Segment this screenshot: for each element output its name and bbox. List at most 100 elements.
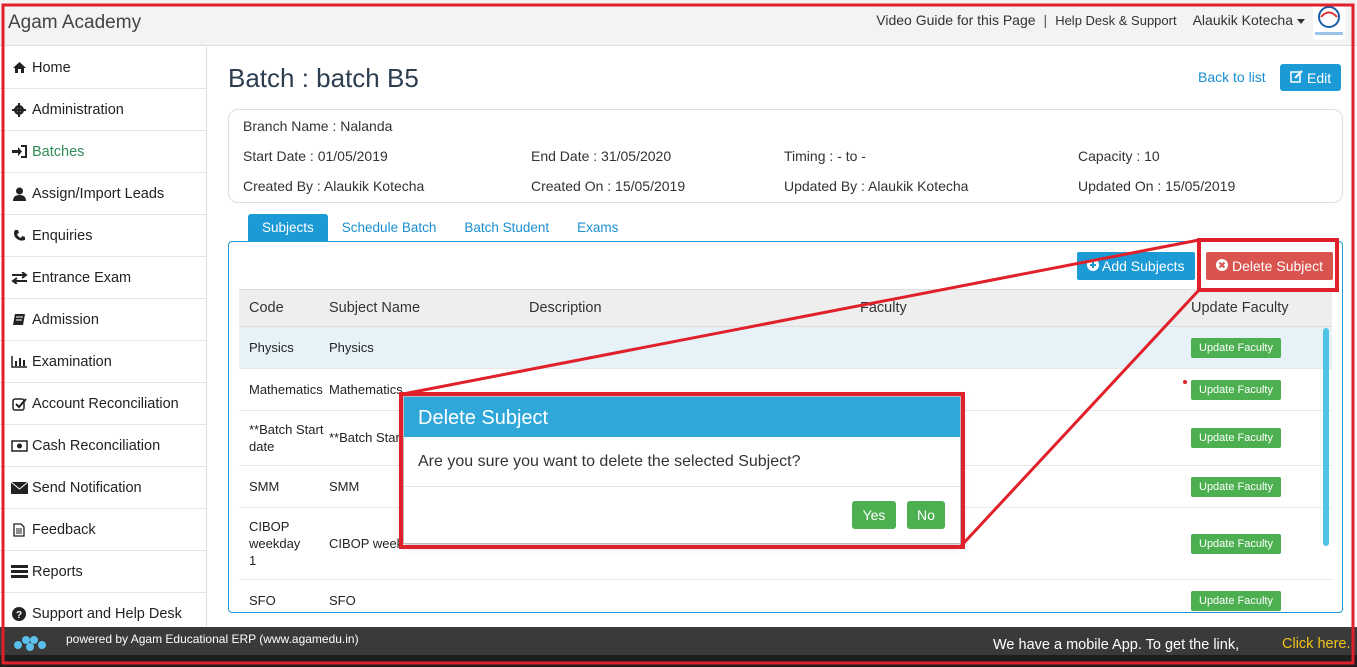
no-button[interactable]: No [907, 501, 945, 529]
caret-down-icon [1297, 18, 1305, 24]
table-header: Code Subject Name Description Faculty Up… [239, 289, 1332, 327]
sidebar-item-batches[interactable]: Batches [0, 131, 206, 173]
times-circle-icon [1216, 258, 1228, 274]
sidebar-item-label: Batches [32, 143, 85, 160]
edit-icon [1290, 69, 1303, 86]
update-faculty-button[interactable]: Update Faculty [1191, 380, 1281, 400]
sidebar-item-label: Home [32, 59, 71, 76]
table-row[interactable]: Physics Physics Update Faculty [239, 327, 1332, 369]
add-subjects-label: Add Subjects [1102, 258, 1185, 274]
tab-exams[interactable]: Exams [563, 214, 632, 241]
page-title: Batch : batch B5 [228, 63, 419, 93]
sidebar-item-label: Entrance Exam [32, 269, 132, 286]
row-subject-name: Physics [329, 340, 374, 355]
sidebar-item-account-reconciliation[interactable]: Account Reconciliation [0, 383, 206, 425]
envelope-icon [10, 481, 28, 495]
nav-separator: | [1043, 12, 1048, 28]
tab-schedule-batch[interactable]: Schedule Batch [328, 214, 451, 241]
dialog-message: Are you sure you want to delete the sele… [404, 437, 960, 487]
tab-subjects[interactable]: Subjects [248, 214, 328, 241]
sidebar-item-reports[interactable]: Reports [0, 551, 206, 593]
file-icon [10, 522, 28, 537]
os-taskbar [0, 655, 1357, 667]
question-circle-icon: ? [10, 606, 28, 621]
delete-subject-dialog: Delete Subject Are you sure you want to … [403, 396, 961, 544]
col-description: Description [529, 300, 602, 316]
mobile-app-text: We have a mobile App. To get the link, [993, 637, 1240, 653]
check-square-icon [10, 397, 28, 411]
yes-button[interactable]: Yes [852, 501, 896, 529]
start-date: Start Date : 01/05/2019 [243, 148, 388, 164]
sign-in-icon [10, 145, 28, 159]
tab-batch-student[interactable]: Batch Student [450, 214, 563, 241]
sidebar-item-support[interactable]: ? Support and Help Desk [0, 593, 206, 627]
update-faculty-button[interactable]: Update Faculty [1191, 338, 1281, 358]
add-subjects-button[interactable]: Add Subjects [1077, 252, 1195, 280]
gear-icon [10, 102, 28, 117]
edit-button[interactable]: Edit [1280, 64, 1342, 91]
sidebar-item-admission[interactable]: Admission [0, 299, 206, 341]
row-code: Mathematics [249, 382, 323, 397]
delete-subject-button[interactable]: Delete Subject [1206, 252, 1334, 280]
tab-bar: Subjects Schedule Batch Batch Student Ex… [248, 214, 632, 241]
update-faculty-button[interactable]: Update Faculty [1191, 428, 1281, 448]
user-icon [10, 187, 28, 201]
sidebar: Home Administration Batches Assign/Impor… [0, 47, 207, 627]
sidebar-item-enquiries[interactable]: Enquiries [0, 215, 206, 257]
sidebar-item-label: Feedback [32, 521, 96, 538]
help-desk-link[interactable]: Help Desk & Support [1055, 13, 1176, 28]
back-to-list-link[interactable]: Back to list [1198, 69, 1266, 85]
edit-label: Edit [1307, 69, 1332, 86]
col-code: Code [249, 300, 284, 316]
row-subject-name: CIBOP week [329, 536, 404, 551]
sidebar-item-label: Administration [32, 101, 124, 118]
sidebar-item-examination[interactable]: Examination [0, 341, 206, 383]
bar-chart-icon [10, 355, 28, 369]
exchange-icon [10, 271, 28, 285]
top-nav: Video Guide for this Page | Help Desk & … [876, 12, 1305, 28]
top-bar: Agam Academy Video Guide for this Page |… [0, 0, 1357, 46]
update-faculty-button[interactable]: Update Faculty [1191, 591, 1281, 611]
update-faculty-button[interactable]: Update Faculty [1191, 477, 1281, 497]
row-code: Physics [249, 340, 294, 355]
end-date: End Date : 31/05/2020 [531, 148, 672, 164]
updated-by: Updated By : Alaukik Kotecha [784, 178, 969, 194]
table-scrollbar[interactable] [1323, 328, 1329, 546]
home-icon [10, 61, 28, 75]
update-faculty-button[interactable]: Update Faculty [1191, 534, 1281, 554]
plus-circle-icon [1087, 258, 1099, 274]
row-code: SFO [249, 593, 276, 608]
svg-text:?: ? [16, 610, 22, 621]
sidebar-item-label: Cash Reconciliation [32, 437, 161, 454]
sidebar-item-label: Assign/Import Leads [32, 185, 165, 202]
user-name: Alaukik Kotecha [1192, 12, 1293, 28]
sidebar-item-label: Enquiries [32, 227, 93, 244]
sidebar-item-feedback[interactable]: Feedback [0, 509, 206, 551]
list-icon [10, 565, 28, 579]
sidebar-item-label: Reports [32, 563, 83, 580]
sidebar-item-cash-reconciliation[interactable]: Cash Reconciliation [0, 425, 206, 467]
powered-by-text: powered by Agam Educational ERP (www.aga… [66, 632, 359, 646]
user-menu[interactable]: Alaukik Kotecha [1193, 12, 1305, 28]
delete-subject-label: Delete Subject [1232, 258, 1324, 274]
batch-info-panel: Branch Name : Nalanda Start Date : 01/05… [228, 109, 1343, 203]
mobile-app-link[interactable]: Click here. [1282, 636, 1351, 652]
sidebar-item-send-notification[interactable]: Send Notification [0, 467, 206, 509]
row-code: SMM [249, 479, 280, 494]
row-subject-name: Mathematics [329, 382, 403, 397]
branch-name: Branch Name : Nalanda [243, 118, 393, 134]
phone-icon [10, 229, 28, 243]
updated-on: Updated On : 15/05/2019 [1078, 178, 1236, 194]
sidebar-item-entrance-exam[interactable]: Entrance Exam [0, 257, 206, 299]
sidebar-item-label: Account Reconciliation [32, 395, 179, 412]
sidebar-item-administration[interactable]: Administration [0, 89, 206, 131]
brand-title[interactable]: Agam Academy [8, 12, 141, 34]
created-on: Created On : 15/05/2019 [531, 178, 686, 194]
video-guide-link[interactable]: Video Guide for this Page [876, 12, 1035, 28]
col-update-faculty: Update Faculty [1191, 300, 1289, 316]
sidebar-item-home[interactable]: Home [0, 47, 206, 89]
table-row[interactable]: SFO SFO Update Faculty [239, 580, 1332, 612]
money-icon [10, 439, 28, 453]
row-subject-name: **Batch Star [329, 430, 400, 445]
sidebar-item-assign-leads[interactable]: Assign/Import Leads [0, 173, 206, 215]
